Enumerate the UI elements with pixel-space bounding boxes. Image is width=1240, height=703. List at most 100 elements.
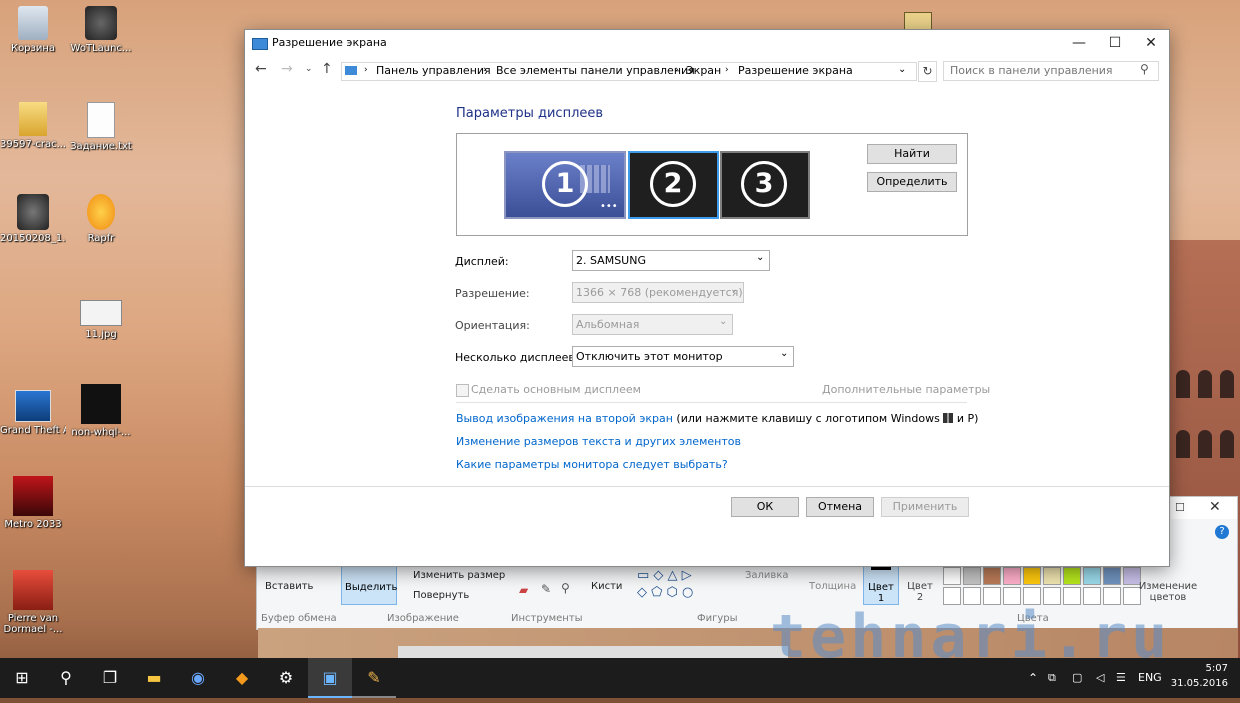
control-panel-taskbar-icon[interactable]: ▣: [308, 658, 352, 698]
multiple-displays-select[interactable]: Отключить этот монитор ⌄: [572, 346, 794, 367]
titlebar[interactable]: Разрешение экрана — ☐ ✕: [245, 30, 1169, 56]
tray-language[interactable]: ENG: [1138, 658, 1162, 698]
music-album-icon: [13, 570, 53, 610]
search-icon: ⚲: [1140, 62, 1149, 76]
settings-gear-icon[interactable]: ⚙: [264, 658, 308, 698]
maximize-icon[interactable]: ☐: [1175, 501, 1185, 514]
task-view-icon[interactable]: ❐: [88, 658, 132, 698]
chevron-right-icon: ›: [675, 65, 679, 75]
color-swatch[interactable]: [1003, 567, 1021, 585]
search-icon[interactable]: ⚲: [44, 658, 88, 698]
desktop-icon-wot-launcher[interactable]: WoTLaunc...: [68, 6, 134, 54]
second-screen-link[interactable]: Вывод изображения на второй экран: [456, 412, 673, 425]
tray-chevron-up-icon[interactable]: ⌃: [1028, 658, 1038, 698]
desktop-icon-recycle-bin[interactable]: Корзина: [0, 6, 66, 54]
desktop-icon-label: Задание.txt: [70, 141, 132, 152]
paint-taskbar-icon[interactable]: ✎: [352, 658, 396, 698]
address-bar[interactable]: › Панель управления › Все элементы панел…: [341, 62, 917, 81]
color-swatch[interactable]: [1063, 567, 1081, 585]
security-icon[interactable]: ◉: [176, 658, 220, 698]
color-swatch[interactable]: [1103, 567, 1121, 585]
window-title: Разрешение экрана: [272, 36, 387, 49]
help-icon[interactable]: ?: [1215, 525, 1229, 539]
color1-label: Цвет 1: [868, 582, 894, 604]
chevron-down-icon[interactable]: ⌄: [898, 64, 906, 75]
breadcrumb-all-items[interactable]: Все элементы панели управления: [496, 64, 695, 77]
breadcrumb-screen[interactable]: Экран: [686, 64, 721, 77]
desktop-icon-amd-driver[interactable]: non-whql-...: [68, 384, 134, 438]
search-input[interactable]: Поиск в панели управления ⚲: [943, 61, 1159, 81]
orientation-label: Ориентация:: [455, 319, 530, 332]
desktop-icon-metro-2033[interactable]: Metro 2033: [0, 476, 66, 530]
maximize-button[interactable]: ☐: [1097, 30, 1133, 56]
cancel-button[interactable]: Отмена: [806, 497, 874, 517]
tray-volume-icon[interactable]: ◁: [1096, 658, 1104, 698]
color-swatch[interactable]: [963, 567, 981, 585]
resize-button[interactable]: Изменить размер: [413, 570, 505, 581]
monitor-arrangement-panel[interactable]: 1 ••• 2 3 Найти Определить: [456, 133, 968, 236]
color-swatch[interactable]: [1023, 567, 1041, 585]
screen-resolution-window[interactable]: Разрешение экрана — ☐ ✕ ← → ⌄ ↑ › Панель…: [245, 30, 1169, 566]
orientation-select[interactable]: Альбомная ⌄: [572, 314, 733, 335]
monitor-1[interactable]: 1 •••: [504, 151, 626, 219]
tray-network-icon[interactable]: ⧉: [1048, 658, 1056, 698]
tray-wifi-icon[interactable]: ▢: [1072, 658, 1082, 698]
thickness-button[interactable]: Толщина: [809, 581, 856, 592]
tray-clock[interactable]: 5:07 31.05.2016: [1168, 661, 1228, 691]
paste-button[interactable]: Вставить: [265, 581, 313, 592]
breadcrumb-resolution[interactable]: Разрешение экрана: [738, 64, 853, 77]
ok-button[interactable]: ОК: [731, 497, 799, 517]
refresh-icon[interactable]: ↻: [918, 61, 937, 82]
picker-icon[interactable]: ✎: [541, 582, 551, 596]
apply-button[interactable]: Применить: [881, 497, 969, 517]
display-select[interactable]: 2. SAMSUNG ⌄: [572, 250, 770, 271]
close-icon[interactable]: ✕: [1209, 499, 1221, 515]
minimize-button[interactable]: —: [1061, 30, 1097, 56]
color-swatch[interactable]: [1083, 567, 1101, 585]
back-arrow-icon[interactable]: ←: [255, 61, 267, 77]
color-swatch[interactable]: [943, 567, 961, 585]
start-windows-icon[interactable]: ⊞: [0, 658, 44, 698]
desktop-icon-rapfr[interactable]: Rapfr: [68, 194, 134, 244]
taskbar[interactable]: ⊞ ⚲ ❐ ▬ ◉ ◆ ⚙ ▣ ✎ ⌃ ⧉ ▢ ◁ ☰ ENG 5:07 31.…: [0, 658, 1240, 698]
app-orange-icon[interactable]: ◆: [220, 658, 264, 698]
folder-zip-icon: [19, 102, 47, 136]
monitor-3[interactable]: 3: [720, 151, 810, 219]
edit-colors-button[interactable]: Изменение цветов: [1137, 581, 1199, 603]
brushes-button[interactable]: Кисти: [591, 581, 622, 592]
text-size-link[interactable]: Изменение размеров текста и других элеме…: [456, 435, 741, 448]
advanced-settings-link[interactable]: Дополнительные параметры: [822, 383, 990, 396]
monitor-1-number: 1: [542, 161, 588, 207]
desktop-icon-image[interactable]: 11.jpg: [68, 300, 134, 340]
tray-notifications-icon[interactable]: ☰: [1116, 658, 1126, 698]
identify-button[interactable]: Определить: [867, 172, 957, 192]
rotate-button[interactable]: Повернуть: [413, 590, 469, 601]
desktop-icon-task-txt[interactable]: Задание.txt: [68, 102, 134, 152]
color-swatch[interactable]: [1043, 567, 1061, 585]
second-screen-row: Вывод изображения на второй экран (или н…: [456, 412, 978, 425]
up-arrow-icon[interactable]: ↑: [321, 61, 333, 77]
desktop-icon-archive[interactable]: 39597-crac...: [0, 102, 66, 150]
forward-arrow-icon[interactable]: →: [281, 61, 293, 77]
find-button[interactable]: Найти: [867, 144, 957, 164]
desktop-icon-pierre-van-dormael[interactable]: Pierre van Dormael -...: [0, 570, 66, 635]
monitor-2[interactable]: 2: [628, 151, 719, 219]
close-button[interactable]: ✕: [1133, 30, 1169, 56]
breadcrumb-control-panel[interactable]: Панель управления: [376, 64, 491, 77]
magnifier-icon[interactable]: ⚲: [561, 581, 570, 595]
section-heading: Параметры дисплеев: [456, 106, 604, 121]
shapes-gallery[interactable]: ▭ ◇ △ ▷ ◇ ⬠ ⬡ ○: [637, 567, 717, 603]
chevron-down-icon: ⌄: [719, 316, 728, 327]
color-swatch[interactable]: [983, 567, 1001, 585]
eraser-icon[interactable]: ▰: [519, 583, 528, 597]
color-palette[interactable]: [943, 567, 1143, 607]
file-explorer-icon[interactable]: ▬: [132, 658, 176, 698]
desktop-icon-wot-video[interactable]: 20150208_1...: [0, 194, 66, 244]
desktop-icon-gta4[interactable]: Grand Theft Auto IV: [0, 390, 66, 436]
make-main-checkbox[interactable]: [456, 384, 469, 397]
resolution-select[interactable]: 1366 × 768 (рекомендуется) ⌄: [572, 282, 744, 303]
recent-dropdown-icon[interactable]: ⌄: [305, 64, 313, 74]
fill-button[interactable]: Заливка: [745, 570, 789, 581]
monitor-settings-help-link[interactable]: Какие параметры монитора следует выбрать…: [456, 458, 728, 471]
chevron-down-icon: ⌄: [780, 348, 789, 359]
